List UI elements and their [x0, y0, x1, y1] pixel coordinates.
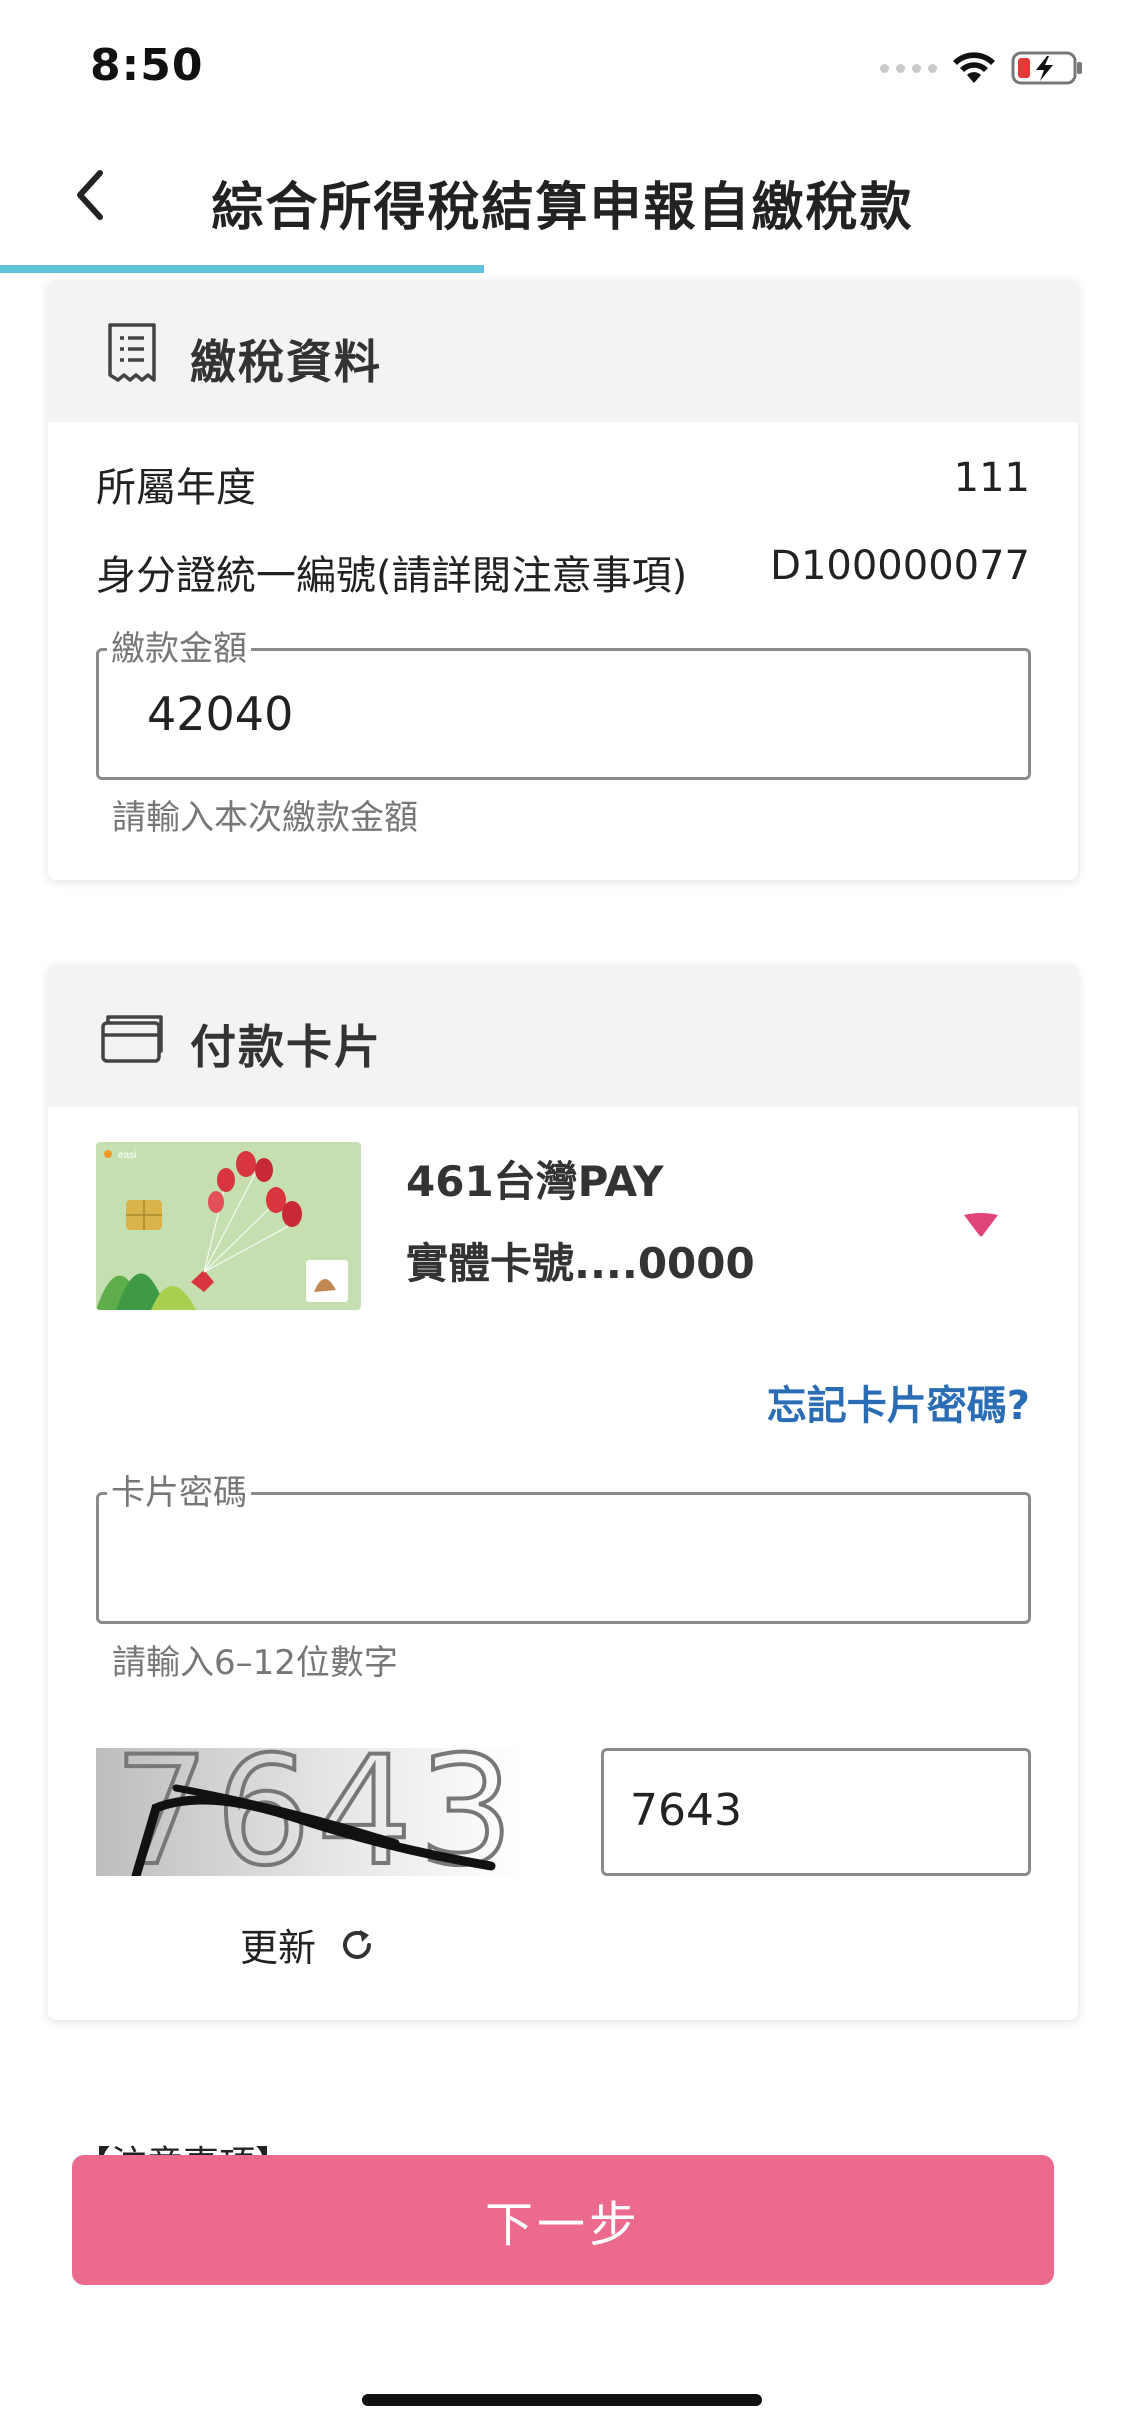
status-time: 8:50: [90, 40, 204, 91]
refresh-label: 更新: [240, 1926, 317, 1970]
card-number: 實體卡號....0000: [406, 1239, 755, 1288]
captcha-image: 7643: [96, 1748, 526, 1876]
status-icons: [880, 48, 1085, 88]
page-title: 綜合所得稅結算申報自繳稅款: [211, 178, 914, 238]
progress-fill: [0, 265, 484, 273]
payment-card-header: 付款卡片: [48, 965, 1078, 1107]
caret-down-icon: [964, 1213, 998, 1237]
amount-helper-text: 請輸入本次繳款金額: [112, 798, 418, 838]
signal-dots-icon: [880, 63, 937, 73]
card-artwork: easi: [96, 1142, 361, 1310]
amount-field-legend: 繳款金額: [107, 631, 251, 667]
credit-card-icon: [101, 1015, 163, 1063]
forgot-password-link[interactable]: 忘記卡片密碼?: [767, 1373, 1030, 1431]
id-number-label: 身分證統一編號(請詳閱注意事項): [96, 553, 688, 599]
next-button[interactable]: 下一步: [72, 2155, 1054, 2285]
year-label: 所屬年度: [96, 465, 256, 511]
card-image: easi: [96, 1142, 361, 1310]
wifi-icon: [953, 52, 995, 83]
card-password-field[interactable]: 卡片密碼: [96, 1475, 1031, 1624]
year-value: 111: [953, 455, 1030, 501]
card-password-legend: 卡片密碼: [107, 1475, 251, 1511]
refresh-icon: [343, 1929, 372, 1959]
amount-field[interactable]: 繳款金額 42040: [96, 631, 1031, 780]
home-indicator: [362, 2394, 762, 2406]
amount-field-value: 42040: [147, 687, 294, 741]
captcha-refresh-button[interactable]: 更新: [240, 1917, 376, 1972]
card-select-dropdown[interactable]: [956, 1205, 1006, 1245]
receipt-icon: [108, 323, 156, 382]
captcha-input[interactable]: 7643: [601, 1748, 1031, 1876]
captcha-input-value: 7643: [630, 1785, 742, 1836]
progress-bar: [0, 265, 1125, 273]
id-number-value: D100000077: [770, 543, 1030, 589]
card-logo: easi: [118, 1150, 136, 1161]
tax-info-card: 繳稅資料 所屬年度 111 身分證統一編號(請詳閱注意事項) D10000007…: [48, 280, 1078, 880]
payment-card-title: 付款卡片: [190, 1020, 382, 1074]
tax-info-title: 繳稅資料: [190, 335, 382, 389]
battery-icon: [1011, 51, 1082, 85]
card-name: 461台灣PAY: [406, 1157, 664, 1206]
payment-card-section: 付款卡片 easi 461台灣PAY 實體卡號....0000 忘記卡片密碼? …: [48, 965, 1078, 2020]
tax-info-header: 繳稅資料: [48, 280, 1078, 422]
card-password-helper: 請輸入6–12位數字: [112, 1643, 398, 1683]
